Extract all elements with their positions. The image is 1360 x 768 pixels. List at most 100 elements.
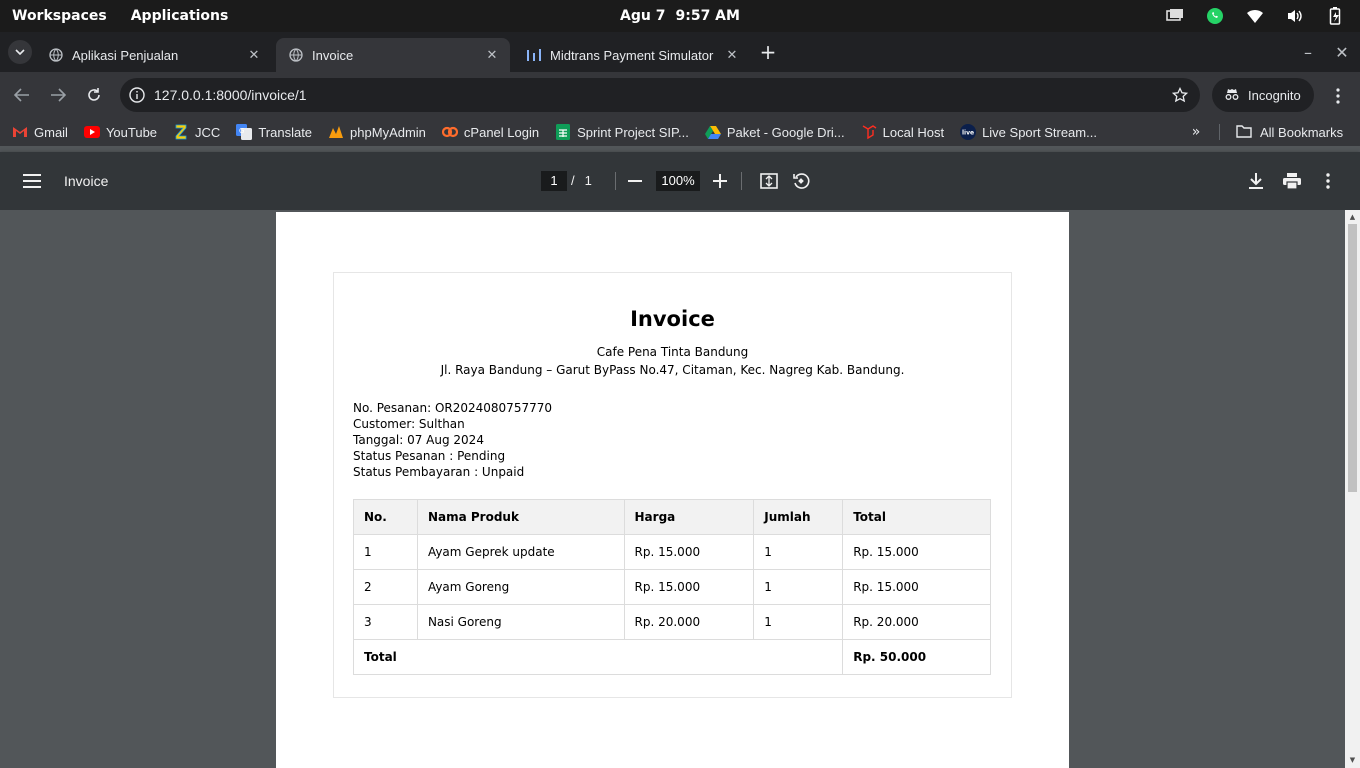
download-button[interactable] <box>1244 169 1268 193</box>
toolbar-divider <box>741 172 742 190</box>
all-bookmarks-button[interactable]: All Bookmarks <box>1236 122 1343 142</box>
pdf-sidebar-toggle[interactable] <box>20 169 44 193</box>
bookmarks-bar: Gmail YouTube JCC G Translate phpMyAdmin… <box>0 118 1360 146</box>
tab-midtrans[interactable]: Midtrans Payment Simulator ✕ <box>514 38 750 72</box>
bookmark-star-icon[interactable] <box>1160 87 1200 103</box>
page-number-input[interactable]: 1 <box>541 171 567 191</box>
all-bookmarks-label: All Bookmarks <box>1260 124 1344 140</box>
reload-button[interactable] <box>81 82 107 108</box>
download-icon <box>1249 173 1263 189</box>
svg-text:G: G <box>239 127 244 135</box>
forward-button[interactable] <box>45 82 71 108</box>
column-header-no: No. <box>353 499 418 535</box>
workspaces-button[interactable]: Workspaces <box>12 8 107 24</box>
close-icon[interactable]: ✕ <box>724 47 740 63</box>
back-button[interactable] <box>9 82 35 108</box>
globe-icon <box>48 47 64 63</box>
cell-product: Ayam Goreng <box>416 569 625 605</box>
column-header-price: Harga <box>623 499 755 535</box>
cell-total: Rp. 15.000 <box>842 534 991 570</box>
page-count: /1 <box>567 171 592 191</box>
arrow-left-icon <box>14 88 29 102</box>
more-bookmarks-button[interactable]: » <box>1186 122 1206 142</box>
zoom-level-input[interactable]: 100% <box>656 171 700 191</box>
volume-icon[interactable] <box>1286 7 1304 25</box>
print-button[interactable] <box>1280 169 1304 193</box>
tab-invoice[interactable]: Invoice ✕ <box>276 38 510 72</box>
bookmark-google-drive[interactable]: Paket - Google Dri... <box>704 124 845 140</box>
site-info-icon[interactable] <box>120 87 154 103</box>
bookmark-jcc[interactable]: JCC <box>173 124 220 140</box>
system-tray <box>1166 0 1344 32</box>
column-header-total: Total <box>842 499 991 535</box>
table-header-row: No. Nama Produk Harga Jumlah Total <box>353 499 991 535</box>
scrollbar-thumb[interactable] <box>1348 224 1357 492</box>
youtube-icon <box>83 124 100 140</box>
pdf-toolbar: Invoice 1 /1 100% <box>0 152 1360 210</box>
zoom-in-button[interactable] <box>708 169 732 193</box>
pdf-viewer[interactable]: Invoice Cafe Pena Tinta Bandung Jl. Raya… <box>0 210 1345 768</box>
order-details: No. Pesanan: OR2024080757770 Customer: S… <box>353 400 552 480</box>
close-window-button[interactable]: ✕ <box>1330 40 1354 64</box>
incognito-badge[interactable]: Incognito <box>1212 78 1314 112</box>
cell-price: Rp. 20.000 <box>623 604 755 640</box>
url-text[interactable]: 127.0.0.1:8000/invoice/1 <box>154 87 1160 103</box>
rotate-button[interactable] <box>789 169 813 193</box>
address-bar[interactable]: 127.0.0.1:8000/invoice/1 <box>120 78 1200 112</box>
fit-to-page-button[interactable] <box>757 169 781 193</box>
invoice-items-table: No. Nama Produk Harga Jumlah Total 1 Aya… <box>352 499 991 675</box>
new-tab-button[interactable]: + <box>756 40 780 64</box>
battery-icon[interactable] <box>1326 7 1344 25</box>
bookmark-youtube[interactable]: YouTube <box>83 124 157 140</box>
bookmark-translate[interactable]: G Translate <box>236 124 312 140</box>
reload-icon <box>88 88 100 101</box>
bookmark-cpanel[interactable]: cPanel Login <box>441 124 539 140</box>
applications-button[interactable]: Applications <box>131 8 229 24</box>
cell-total: Rp. 15.000 <box>842 569 991 605</box>
cell-total: Rp. 20.000 <box>842 604 991 640</box>
tab-search-button[interactable] <box>8 40 32 64</box>
pdf-title: Invoice <box>64 173 109 189</box>
bookmark-live-sport[interactable]: live Live Sport Stream... <box>960 124 1097 140</box>
close-icon[interactable]: ✕ <box>246 47 262 63</box>
browser-menu-button[interactable] <box>1326 84 1350 108</box>
clock-date[interactable]: Agu 7 <box>620 8 665 24</box>
tab-aplikasi-penjualan[interactable]: Aplikasi Penjualan ✕ <box>36 38 272 72</box>
bookmark-local-host[interactable]: Local Host <box>861 124 944 140</box>
scroll-up-arrow-icon[interactable]: ▲ <box>1348 213 1357 221</box>
screen-share-icon[interactable] <box>1166 7 1184 25</box>
cpanel-icon <box>441 124 458 140</box>
scroll-down-arrow-icon[interactable]: ▼ <box>1348 756 1357 764</box>
vertical-scrollbar[interactable]: ▲ ▼ <box>1345 210 1360 768</box>
order-date: Tanggal: 07 Aug 2024 <box>353 433 484 447</box>
bookmark-label: Local Host <box>882 124 945 140</box>
table-total-row: Total Rp. 50.000 <box>352 639 991 675</box>
jcc-icon <box>173 124 189 140</box>
zoom-out-button[interactable] <box>623 169 647 193</box>
total-pages: 1 <box>584 173 592 188</box>
column-header-product: Nama Produk <box>416 499 625 535</box>
cell-quantity: 1 <box>753 604 844 640</box>
bookmark-label: Translate <box>258 124 313 140</box>
pdf-more-button[interactable] <box>1316 169 1340 193</box>
clock-time[interactable]: 9:57 AM <box>675 8 739 24</box>
bookmark-phpmyadmin[interactable]: phpMyAdmin <box>328 124 426 140</box>
cell-no: 2 <box>353 569 418 605</box>
browser-toolbar: 127.0.0.1:8000/invoice/1 Incognito <box>0 72 1360 118</box>
company-name: Cafe Pena Tinta Bandung <box>596 345 749 359</box>
whatsapp-icon[interactable] <box>1206 7 1224 25</box>
tab-title: Invoice <box>312 47 354 63</box>
wifi-icon[interactable] <box>1246 7 1264 25</box>
table-row: 1 Ayam Geprek update Rp. 15.000 1 Rp. 15… <box>353 534 991 570</box>
cell-no: 3 <box>353 604 418 640</box>
minimize-button[interactable]: – <box>1296 40 1320 64</box>
bookmark-gmail[interactable]: Gmail <box>12 124 68 140</box>
laravel-icon <box>861 124 877 140</box>
bookmark-label: Live Sport Stream... <box>982 124 1097 140</box>
invoice-title: Invoice <box>630 307 715 331</box>
close-icon[interactable]: ✕ <box>484 47 500 63</box>
bookmarks-divider <box>1219 124 1220 140</box>
minus-icon <box>628 180 642 182</box>
phpmyadmin-icon <box>328 124 344 140</box>
bookmark-sprint-project[interactable]: Sprint Project SIP... <box>555 124 689 140</box>
